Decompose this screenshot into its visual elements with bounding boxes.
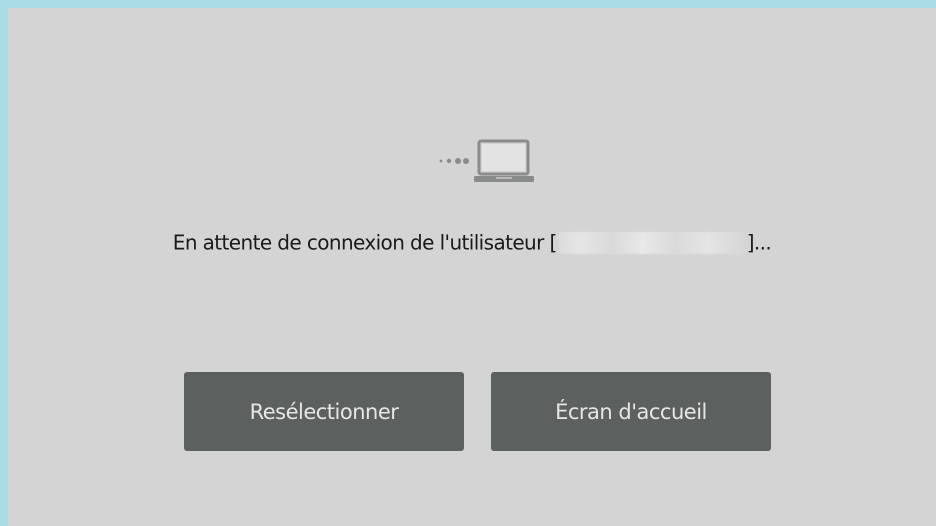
reselect-button-label: Resélectionner: [249, 399, 399, 424]
home-screen-button-label: Écran d'accueil: [555, 399, 707, 424]
laptop-connecting-icon: [432, 130, 538, 192]
waiting-message: En attente de connexion de l'utilisateur…: [8, 226, 936, 258]
connection-waiting-panel: En attente de connexion de l'utilisateur…: [8, 8, 936, 526]
waiting-message-suffix: ]...: [746, 230, 772, 255]
waiting-message-prefix: En attente de connexion de l'utilisateur…: [172, 230, 558, 255]
home-screen-button[interactable]: Écran d'accueil: [491, 372, 771, 451]
redacted-username: [558, 231, 745, 254]
reselect-button[interactable]: Resélectionner: [184, 372, 464, 451]
